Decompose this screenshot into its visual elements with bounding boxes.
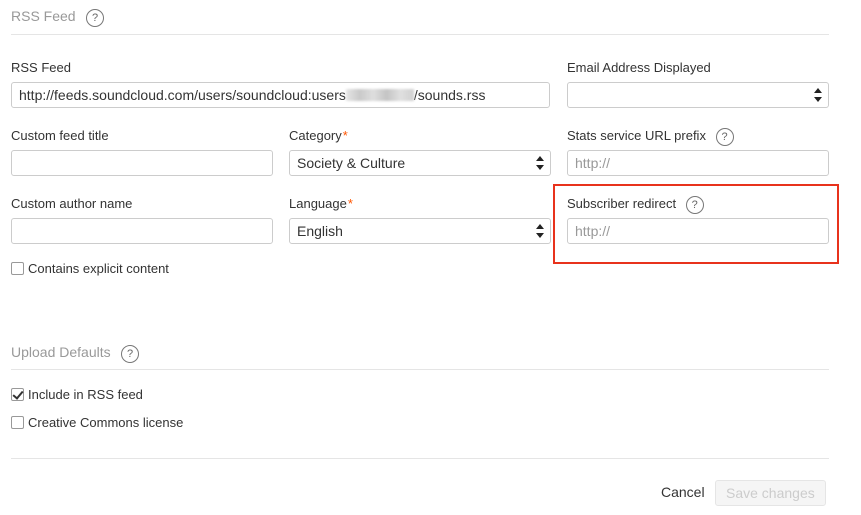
- language-label: Language*: [289, 196, 353, 211]
- subscriber-redirect-input[interactable]: http://: [567, 218, 829, 244]
- rss-feed-url-field[interactable]: http://feeds.soundcloud.com/users/soundc…: [11, 82, 550, 108]
- explicit-checkbox-row[interactable]: Contains explicit content: [11, 260, 169, 278]
- rss-feed-label: RSS Feed: [11, 60, 71, 75]
- custom-title-input[interactable]: [11, 150, 273, 176]
- section-divider: [11, 34, 829, 35]
- section-divider: [11, 369, 829, 370]
- footer-divider: [11, 458, 829, 459]
- upload-section-header: Upload Defaults ?: [11, 344, 140, 363]
- custom-author-label: Custom author name: [11, 196, 133, 211]
- required-marker: *: [342, 128, 348, 143]
- required-marker: *: [347, 196, 353, 211]
- help-icon[interactable]: ?: [685, 196, 704, 214]
- help-icon[interactable]: ?: [121, 345, 140, 363]
- select-arrows-icon: [814, 88, 822, 102]
- cancel-button[interactable]: Cancel: [661, 484, 705, 500]
- category-label: Category*: [289, 128, 348, 143]
- language-select-value: English: [297, 223, 343, 239]
- email-select[interactable]: [567, 82, 829, 108]
- creative-commons-checkbox[interactable]: [11, 416, 24, 429]
- creative-commons-label: Creative Commons license: [28, 415, 184, 430]
- subscriber-redirect-placeholder: http://: [575, 223, 611, 239]
- category-select[interactable]: Society & Culture: [289, 150, 551, 176]
- category-select-value: Society & Culture: [297, 155, 406, 171]
- select-arrows-icon: [536, 156, 544, 170]
- save-changes-button[interactable]: Save changes: [715, 480, 826, 506]
- explicit-checkbox[interactable]: [11, 262, 24, 275]
- help-icon[interactable]: ?: [715, 128, 734, 146]
- category-label-text: Category: [289, 128, 342, 143]
- rss-feed-url-suffix: /sounds.rss: [413, 87, 486, 103]
- stats-prefix-label: Stats service URL prefix: [567, 128, 706, 143]
- creative-commons-row[interactable]: Creative Commons license: [11, 414, 183, 432]
- subscriber-redirect-label-row: Subscriber redirect ?: [567, 196, 704, 214]
- email-label: Email Address Displayed: [567, 60, 711, 75]
- custom-title-label: Custom feed title: [11, 128, 109, 143]
- subscriber-redirect-label: Subscriber redirect: [567, 196, 677, 211]
- select-arrows-icon: [536, 224, 544, 238]
- include-rss-row[interactable]: Include in RSS feed: [11, 386, 143, 404]
- custom-author-input[interactable]: [11, 218, 273, 244]
- stats-prefix-placeholder: http://: [575, 155, 611, 171]
- help-icon[interactable]: ?: [86, 9, 105, 27]
- language-select[interactable]: English: [289, 218, 551, 244]
- explicit-label: Contains explicit content: [28, 261, 169, 276]
- upload-section-title: Upload Defaults: [11, 344, 111, 360]
- rss-section-header: RSS Feed ?: [11, 8, 105, 27]
- rss-section-title: RSS Feed: [11, 8, 76, 24]
- redacted-user-id: [345, 89, 414, 101]
- include-rss-checkbox[interactable]: [11, 388, 24, 401]
- include-rss-label: Include in RSS feed: [28, 387, 143, 402]
- rss-feed-url-prefix: http://feeds.soundcloud.com/users/soundc…: [19, 87, 346, 103]
- stats-prefix-input[interactable]: http://: [567, 150, 829, 176]
- language-label-text: Language: [289, 196, 347, 211]
- stats-prefix-label-row: Stats service URL prefix ?: [567, 128, 734, 146]
